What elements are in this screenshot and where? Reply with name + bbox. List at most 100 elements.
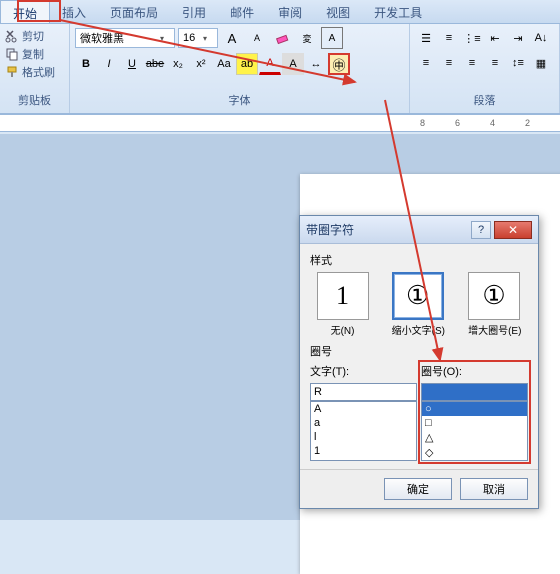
list-item[interactable]: a bbox=[311, 416, 416, 430]
dialog-title: 带圈字符 bbox=[306, 221, 354, 238]
ring-column: 圈号(O): ○ □ △ ◇ bbox=[421, 363, 528, 461]
ruler-tick: 6 bbox=[455, 118, 460, 128]
tab-mail[interactable]: 邮件 bbox=[218, 0, 266, 23]
font-size-select[interactable]: 16 ▾ bbox=[178, 28, 218, 48]
grow-font-button[interactable]: A bbox=[221, 27, 243, 49]
bold-button[interactable]: B bbox=[75, 53, 97, 75]
list-item[interactable]: 1 bbox=[311, 444, 416, 458]
tab-reference[interactable]: 引用 bbox=[170, 0, 218, 23]
cancel-button[interactable]: 取消 bbox=[460, 478, 528, 500]
style-shrink-preview: ① bbox=[392, 272, 444, 320]
change-case-button[interactable]: Aa bbox=[213, 53, 235, 75]
strike-button[interactable]: abe bbox=[144, 53, 166, 75]
menu-bar: 开始 插入 页面布局 引用 邮件 审阅 视图 开发工具 bbox=[0, 0, 560, 24]
superscript-button[interactable]: x² bbox=[190, 53, 212, 75]
align-right-button[interactable]: ≡ bbox=[461, 52, 483, 74]
brush-label: 格式刷 bbox=[22, 64, 55, 80]
ring-listbox[interactable]: ○ □ △ ◇ bbox=[421, 401, 528, 461]
ring-input[interactable] bbox=[421, 383, 528, 401]
cut-button[interactable]: 剪切 bbox=[5, 27, 64, 45]
ribbon: 剪切 复制 格式刷 剪贴板 微软雅黑 ▾ 16 ▾ A A 変 A B bbox=[0, 24, 560, 114]
ring-label: 圈号(O): bbox=[421, 363, 528, 379]
format-brush-button[interactable]: 格式刷 bbox=[5, 63, 64, 81]
clear-format-button[interactable] bbox=[271, 27, 293, 49]
eraser-icon bbox=[275, 31, 289, 45]
list-item[interactable]: l bbox=[311, 430, 416, 444]
list-item[interactable]: ◇ bbox=[422, 445, 527, 460]
highlight-button[interactable]: ab bbox=[236, 53, 258, 75]
phonetic-button[interactable]: 変 bbox=[296, 27, 318, 49]
ruler: 8 6 4 2 bbox=[0, 114, 560, 132]
close-button[interactable]: ✕ bbox=[494, 221, 532, 239]
line-spacing-button[interactable]: ↕≡ bbox=[507, 52, 529, 74]
tab-view[interactable]: 视图 bbox=[314, 0, 362, 23]
tab-insert[interactable]: 插入 bbox=[50, 0, 98, 23]
style-enlarge-label: 增大圈号(E) bbox=[468, 322, 521, 337]
list-item[interactable]: □ bbox=[422, 416, 527, 430]
style-section-label: 样式 bbox=[310, 252, 528, 268]
cut-label: 剪切 bbox=[22, 28, 44, 44]
list-item[interactable]: ○ bbox=[422, 402, 527, 416]
tab-review[interactable]: 审阅 bbox=[266, 0, 314, 23]
font-color-button[interactable]: A bbox=[259, 53, 281, 75]
multilevel-button[interactable]: ⋮≡ bbox=[461, 27, 483, 49]
ruler-tick: 8 bbox=[420, 118, 425, 128]
copy-icon bbox=[5, 47, 19, 61]
text-column: 文字(T): A a l 1 bbox=[310, 363, 417, 461]
char-shading-button[interactable]: A bbox=[282, 53, 304, 75]
chevron-down-icon: ▾ bbox=[160, 34, 170, 43]
chevron-down-icon: ▾ bbox=[203, 34, 213, 43]
text-input[interactable] bbox=[310, 383, 417, 401]
sort-button[interactable]: A↓ bbox=[530, 27, 552, 49]
tab-home[interactable]: 开始 bbox=[0, 0, 50, 23]
char-scale-button[interactable]: ↔ bbox=[305, 53, 327, 75]
enclose-char-dialog: 带圈字符 ? ✕ 样式 1 无(N) ① 缩小文字(S) ① 增大圈号(E) 圈… bbox=[299, 215, 539, 509]
scissors-icon bbox=[5, 29, 19, 43]
font-size-value: 16 bbox=[183, 32, 195, 44]
numbering-button[interactable]: ≡ bbox=[438, 27, 460, 49]
subscript-button[interactable]: x₂ bbox=[167, 53, 189, 75]
help-button[interactable]: ? bbox=[471, 221, 491, 239]
text-label: 文字(T): bbox=[310, 363, 417, 379]
list-item[interactable]: A bbox=[311, 402, 416, 416]
panel-font: 微软雅黑▾ 16▾ A A 変 A B I U abe x₂ x² Aa ab … bbox=[70, 24, 410, 113]
italic-button[interactable]: I bbox=[98, 53, 120, 75]
align-left-button[interactable]: ≡ bbox=[415, 52, 437, 74]
font-panel-label: 字体 bbox=[75, 90, 404, 110]
indent-inc-button[interactable]: ⇥ bbox=[507, 27, 529, 49]
brush-icon bbox=[5, 65, 19, 79]
text-listbox[interactable]: A a l 1 bbox=[310, 401, 417, 461]
dialog-titlebar[interactable]: 带圈字符 ? ✕ bbox=[300, 216, 538, 244]
align-justify-button[interactable]: ≡ bbox=[484, 52, 506, 74]
style-enlarge[interactable]: ① 增大圈号(E) bbox=[468, 272, 521, 337]
list-item[interactable]: △ bbox=[422, 430, 527, 445]
indent-dec-button[interactable]: ⇤ bbox=[484, 27, 506, 49]
char-border-button[interactable]: A bbox=[321, 27, 343, 49]
copy-button[interactable]: 复制 bbox=[5, 45, 64, 63]
copy-label: 复制 bbox=[22, 46, 44, 62]
style-shrink-label: 缩小文字(S) bbox=[392, 322, 445, 337]
paragraph-panel-label: 段落 bbox=[415, 90, 554, 110]
ruler-tick: 2 bbox=[525, 118, 530, 128]
bullets-button[interactable]: ☰ bbox=[415, 27, 437, 49]
enclose-section-label: 圈号 bbox=[310, 343, 528, 359]
shading-button[interactable]: ▦ bbox=[530, 52, 552, 74]
tab-layout[interactable]: 页面布局 bbox=[98, 0, 170, 23]
style-options: 1 无(N) ① 缩小文字(S) ① 增大圈号(E) bbox=[310, 272, 528, 337]
clipboard-panel-label: 剪贴板 bbox=[5, 90, 64, 110]
style-shrink[interactable]: ① 缩小文字(S) bbox=[392, 272, 445, 337]
panel-paragraph: ☰ ≡ ⋮≡ ⇤ ⇥ A↓ ≡ ≡ ≡ ≡ ↕≡ ▦ 段落 bbox=[410, 24, 560, 113]
style-enlarge-preview: ① bbox=[468, 272, 520, 320]
enclose-char-button[interactable]: ㊥ bbox=[328, 53, 350, 75]
font-name-select[interactable]: 微软雅黑 ▾ bbox=[75, 28, 175, 48]
style-none-preview: 1 bbox=[317, 272, 369, 320]
ruler-tick: 4 bbox=[490, 118, 495, 128]
style-none[interactable]: 1 无(N) bbox=[317, 272, 369, 337]
ok-button[interactable]: 确定 bbox=[384, 478, 452, 500]
tab-dev[interactable]: 开发工具 bbox=[362, 0, 434, 23]
panel-clipboard: 剪切 复制 格式刷 剪贴板 bbox=[0, 24, 70, 113]
shrink-font-button[interactable]: A bbox=[246, 27, 268, 49]
underline-button[interactable]: U bbox=[121, 53, 143, 75]
align-center-button[interactable]: ≡ bbox=[438, 52, 460, 74]
font-name-value: 微软雅黑 bbox=[80, 30, 124, 46]
